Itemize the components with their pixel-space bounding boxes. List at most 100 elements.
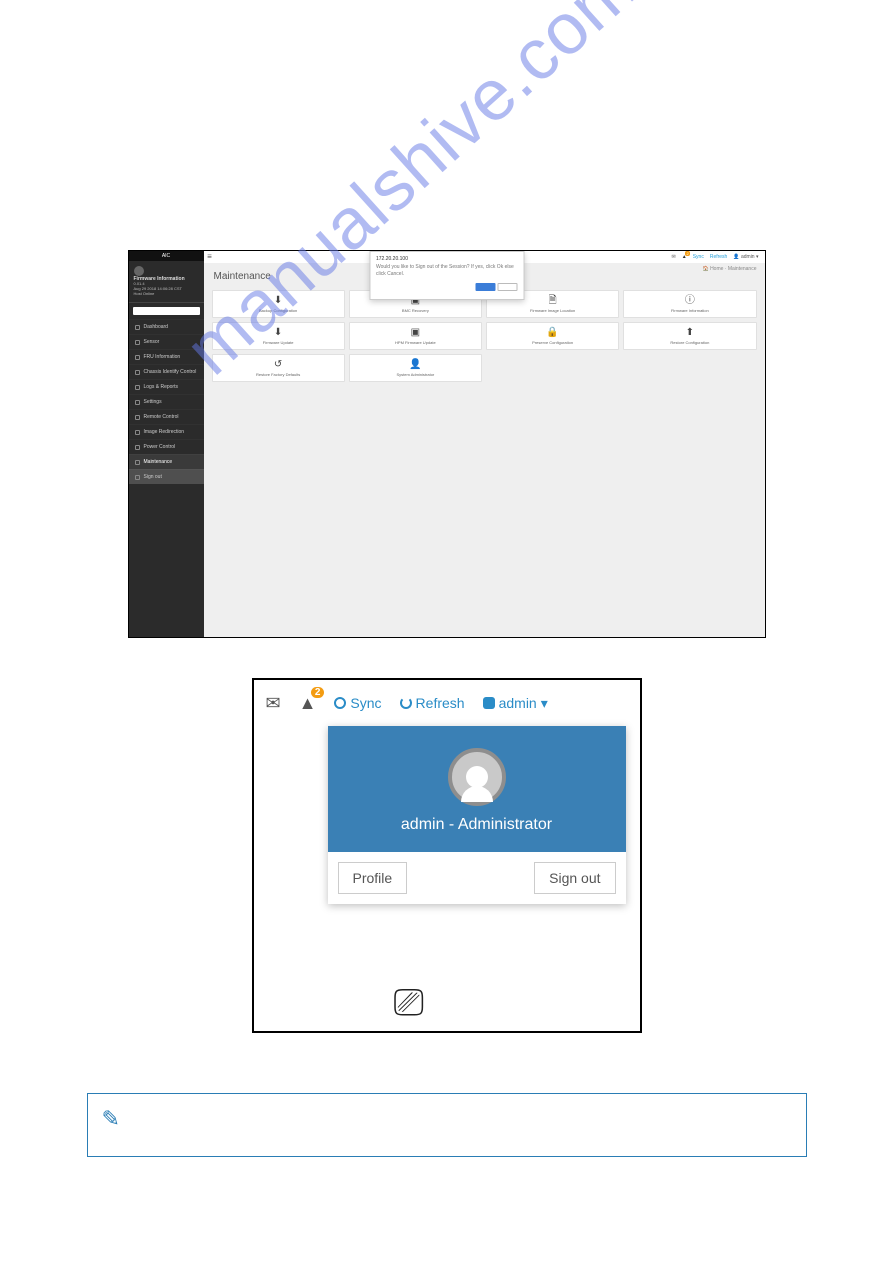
sidebar-item-power-control[interactable]: Power Control bbox=[129, 439, 204, 454]
nav-icon bbox=[135, 370, 140, 375]
brand-label: AIC bbox=[129, 251, 204, 261]
quick-links-input[interactable] bbox=[133, 307, 200, 315]
nav-label: Maintenance bbox=[144, 459, 173, 465]
tile-grid: ⬇Backup Configuration▣BMC Recovery🗎Firmw… bbox=[204, 286, 765, 386]
sync-icon bbox=[334, 697, 346, 709]
nav-icon bbox=[135, 340, 140, 345]
tile-system-administrator[interactable]: 👤 System Administrator bbox=[349, 354, 482, 382]
tile-label: Firmware Update bbox=[215, 340, 342, 345]
sidebar-item-fru-information[interactable]: FRU Information bbox=[129, 349, 204, 364]
alert-badge: 2 bbox=[685, 251, 689, 256]
tile-icon: ⓘ bbox=[626, 296, 753, 306]
tile-icon: ⬇ bbox=[215, 328, 342, 338]
tile-icon: 👤 bbox=[352, 360, 479, 370]
breadcrumb-home[interactable]: Home bbox=[710, 266, 723, 272]
mail-icon[interactable]: ✉ bbox=[266, 693, 281, 714]
sidebar-item-dashboard[interactable]: Dashboard bbox=[129, 319, 204, 334]
alert-icon[interactable]: ▲2 bbox=[682, 254, 687, 260]
person-icon bbox=[466, 766, 488, 788]
user-dropdown: admin - Administrator Profile Sign out bbox=[328, 726, 626, 904]
user-menu[interactable]: admin ▾ bbox=[483, 695, 548, 712]
tile-label: Restore Factory Defaults bbox=[215, 372, 342, 377]
tile-firmware-update[interactable]: ⬇ Firmware Update bbox=[212, 322, 345, 350]
tile-label: Firmware Image Location bbox=[489, 308, 616, 313]
topbar: ✉ ▲2 Sync Refresh admin ▾ bbox=[254, 680, 640, 726]
signout-button[interactable]: Sign out bbox=[534, 862, 615, 894]
nav-label: Power Control bbox=[144, 444, 176, 450]
nav-label: Logs & Reports bbox=[144, 384, 178, 390]
user-icon bbox=[483, 697, 495, 709]
nav-label: Sign out bbox=[144, 474, 162, 480]
nav-icon bbox=[135, 400, 140, 405]
dialog-ok-button[interactable] bbox=[476, 283, 496, 291]
nav-icon bbox=[135, 385, 140, 390]
tile-label: Backup Configuration bbox=[215, 308, 342, 313]
alert-icon[interactable]: ▲2 bbox=[299, 693, 317, 714]
refresh-link[interactable]: Refresh bbox=[710, 254, 728, 260]
sidebar-item-logs-reports[interactable]: Logs & Reports bbox=[129, 379, 204, 394]
sidebar-item-image-redirection[interactable]: Image Redirection bbox=[129, 424, 204, 439]
signout-dialog: 172.20.20.100 Would you like to Sign out… bbox=[369, 251, 524, 300]
refresh-link[interactable]: Refresh bbox=[400, 695, 465, 711]
nav-icon bbox=[135, 460, 140, 465]
tile-icon: ▣ bbox=[352, 328, 479, 338]
tile-icon: ↺ bbox=[215, 360, 342, 370]
alert-badge: 2 bbox=[311, 687, 325, 698]
nav-icon bbox=[135, 415, 140, 420]
sync-link[interactable]: Sync bbox=[334, 695, 381, 711]
sidebar-item-chassis-identify-control[interactable]: Chassis Identify Control bbox=[129, 364, 204, 379]
tile-label: BMC Recovery bbox=[352, 308, 479, 313]
tile-restore-factory-defaults[interactable]: ↺ Restore Factory Defaults bbox=[212, 354, 345, 382]
tile-label: Preserve Configuration bbox=[489, 340, 616, 345]
chevron-down-icon: ▾ bbox=[541, 695, 548, 712]
main-area: ≡ ✉ ▲2 Sync Refresh 👤 admin ▾ Maintenanc… bbox=[204, 251, 765, 637]
host-status: Host Online bbox=[134, 292, 185, 297]
sidebar-nav: Dashboard Sensor FRU Information Chassis Id… bbox=[129, 319, 204, 484]
nav-label: Image Redirection bbox=[144, 429, 185, 435]
sync-link[interactable]: Sync bbox=[693, 254, 704, 260]
tile-icon: ⬇ bbox=[215, 296, 342, 306]
breadcrumb: 🏠 Home · Maintenance bbox=[702, 266, 756, 272]
user-name-role: admin - Administrator bbox=[334, 816, 620, 834]
tile-hpm-firmware-update[interactable]: ▣ HPM Firmware Update bbox=[349, 322, 482, 350]
tile-label: System Administrator bbox=[352, 372, 479, 377]
avatar bbox=[448, 748, 506, 806]
sidebar-item-sign-out[interactable]: Sign out bbox=[129, 469, 204, 484]
dialog-cancel-button[interactable] bbox=[497, 283, 517, 291]
mail-icon[interactable]: ✉ bbox=[672, 254, 676, 260]
nav-label: Chassis Identify Control bbox=[144, 369, 197, 375]
tile-firmware-information[interactable]: ⓘFirmware Information bbox=[623, 290, 756, 318]
nav-label: Remote Control bbox=[144, 414, 179, 420]
tile-backup-configuration[interactable]: ⬇ Backup Configuration bbox=[212, 290, 345, 318]
tile-label: HPM Firmware Update bbox=[352, 340, 479, 345]
firmware-info-block: Firmware Information 0.01.4 Aug 29 2018 … bbox=[129, 261, 204, 303]
sidebar-item-settings[interactable]: Settings bbox=[129, 394, 204, 409]
tile-label: Restore Configuration bbox=[626, 340, 753, 345]
nav-label: Settings bbox=[144, 399, 162, 405]
hamburger-icon[interactable]: ≡ bbox=[204, 251, 216, 263]
nav-icon bbox=[135, 325, 140, 330]
nav-label: Dashboard bbox=[144, 324, 168, 330]
user-avatar-icon bbox=[134, 266, 144, 276]
sidebar: AIC Firmware Information 0.01.4 Aug 29 2… bbox=[129, 251, 204, 637]
tile-restore-configuration[interactable]: ⬆ Restore Configuration bbox=[623, 322, 756, 350]
screenshot-admin-dropdown: ✉ ▲2 Sync Refresh admin ▾ admin - Admini… bbox=[252, 678, 642, 1033]
user-menu[interactable]: 👤 admin ▾ bbox=[733, 254, 758, 260]
nav-icon bbox=[135, 355, 140, 360]
dialog-body: Would you like to Sign out of the Sessio… bbox=[376, 264, 517, 277]
tile-preserve-configuration[interactable]: 🔒Preserve Configuration bbox=[486, 322, 619, 350]
tile-icon: ⬆ bbox=[626, 328, 753, 338]
sidebar-item-maintenance[interactable]: Maintenance bbox=[129, 454, 204, 469]
nav-icon bbox=[135, 430, 140, 435]
dialog-host: 172.20.20.100 bbox=[376, 256, 517, 262]
network-icon: ⎚ bbox=[394, 982, 424, 1025]
sidebar-item-sensor[interactable]: Sensor bbox=[129, 334, 204, 349]
nav-label: Sensor bbox=[144, 339, 160, 345]
breadcrumb-current: Maintenance bbox=[728, 266, 757, 272]
pencil-icon: ✎ bbox=[102, 1106, 120, 1132]
sidebar-item-remote-control[interactable]: Remote Control bbox=[129, 409, 204, 424]
nav-icon bbox=[135, 445, 140, 450]
nav-label: FRU Information bbox=[144, 354, 181, 360]
profile-button[interactable]: Profile bbox=[338, 862, 408, 894]
note-box: ✎ bbox=[87, 1093, 807, 1157]
